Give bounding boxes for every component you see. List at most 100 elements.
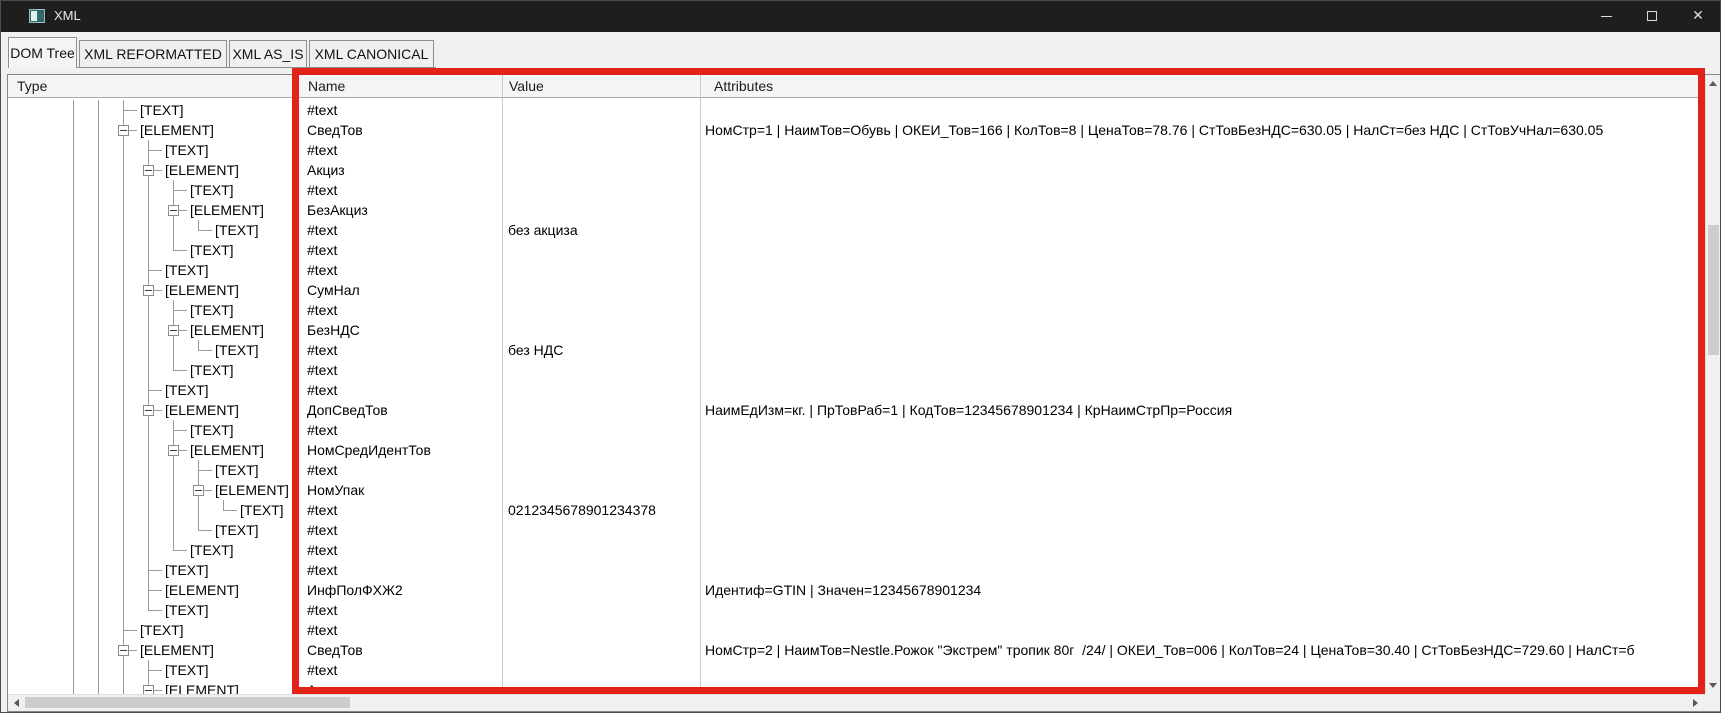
name-cell: НомСредИдентТов xyxy=(307,440,431,460)
tree-guide-line xyxy=(123,680,124,694)
type-cell: [TEXT] xyxy=(165,140,209,160)
name-cell: #text xyxy=(307,240,337,260)
tree-row[interactable]: [ELEMENT]СведТовНомСтр=2 | НаимТов=Nestl… xyxy=(8,640,1705,660)
tree-row[interactable]: [ELEMENT]БезАкциз xyxy=(8,200,1705,220)
tab-xml-as-is[interactable]: XML AS_IS xyxy=(229,40,307,67)
tree-row[interactable]: [ELEMENT]ИнфПолФХЖ2Идентиф=GTIN | Значен… xyxy=(8,580,1705,600)
tree-row[interactable]: [TEXT]#textбез акциза xyxy=(8,220,1705,240)
tree-guide-line xyxy=(73,600,74,620)
tree-row[interactable]: [ELEMENT]СумНал xyxy=(8,280,1705,300)
vertical-scrollbar[interactable] xyxy=(1705,75,1720,694)
tree-row[interactable]: [ELEMENT]Акциз xyxy=(8,160,1705,180)
collapse-minus-icon[interactable] xyxy=(168,205,179,216)
tree-row[interactable]: [TEXT]#text xyxy=(8,100,1705,120)
name-cell: #text xyxy=(307,380,337,400)
tree-guide-line xyxy=(98,260,99,280)
name-cell: НомУпак xyxy=(307,480,364,500)
tree-row[interactable]: [ELEMENT]СведТовНомСтр=1 | НаимТов=Обувь… xyxy=(8,120,1705,140)
collapse-minus-icon[interactable] xyxy=(168,445,179,456)
vertical-scroll-thumb[interactable] xyxy=(1708,225,1719,355)
tree-row[interactable]: [ELEMENT]НомСредИдентТов xyxy=(8,440,1705,460)
name-cell: Акциз xyxy=(307,160,345,180)
tree-guide-line xyxy=(148,480,149,500)
collapse-minus-icon[interactable] xyxy=(118,125,129,136)
collapse-minus-icon[interactable] xyxy=(193,485,204,496)
column-header-type[interactable]: Type xyxy=(17,78,47,94)
name-cell: #text xyxy=(307,500,337,520)
minimize-button[interactable] xyxy=(1583,0,1629,32)
tree-row[interactable]: [TEXT]#text xyxy=(8,260,1705,280)
tree-guide-line xyxy=(123,260,124,280)
tree-row[interactable]: [TEXT]#textбез НДС xyxy=(8,340,1705,360)
tree-row[interactable]: [TEXT]#text xyxy=(8,420,1705,440)
collapse-minus-icon[interactable] xyxy=(143,685,154,694)
horizontal-scrollbar[interactable] xyxy=(8,694,1705,711)
tree-guide-line xyxy=(98,580,99,600)
tree-guide-line xyxy=(123,200,124,220)
collapse-minus-icon[interactable] xyxy=(143,165,154,176)
tree-guide-line xyxy=(123,480,124,500)
tree-guide-line xyxy=(98,500,99,520)
type-cell: [ELEMENT] xyxy=(140,640,214,660)
scroll-down-icon[interactable] xyxy=(1706,677,1720,694)
tree-guide-line xyxy=(148,420,149,440)
tree-guide-line xyxy=(73,640,74,660)
tree-row[interactable]: [TEXT]#text xyxy=(8,460,1705,480)
tree-guide-line xyxy=(73,120,74,140)
tab-xml-canonical[interactable]: XML CANONICAL xyxy=(309,40,434,67)
name-cell: ИнфПолФХЖ2 xyxy=(307,580,403,600)
column-header-value[interactable]: Value xyxy=(509,78,544,94)
tree-guide-line xyxy=(123,630,137,631)
tree-row[interactable]: [TEXT] #text xyxy=(8,140,1705,160)
attributes-cell: НаимЕдИзм=кг. | ПрТовРаб=1 | КодТов=1234… xyxy=(705,400,1232,420)
column-header-attributes[interactable]: Attributes xyxy=(714,78,773,94)
tree-guide-line xyxy=(148,320,149,340)
scroll-up-icon[interactable] xyxy=(1706,75,1720,92)
tree-guide-line xyxy=(98,560,99,580)
tree-row[interactable]: [TEXT]#text xyxy=(8,620,1705,640)
tree-row[interactable]: [ELEMENT]БезНДС xyxy=(8,320,1705,340)
tree-guide-line xyxy=(148,220,149,240)
tree-row[interactable]: [TEXT]#text xyxy=(8,660,1705,680)
collapse-minus-icon[interactable] xyxy=(143,285,154,296)
tab-xml-reformatted[interactable]: XML REFORMATTED xyxy=(79,40,227,67)
tree-guide-line xyxy=(73,240,74,260)
tree-row[interactable]: [TEXT]#text xyxy=(8,180,1705,200)
column-header-row: Type Name Value Attributes xyxy=(8,75,1705,98)
name-cell: #text xyxy=(307,420,337,440)
tree-guide-line xyxy=(173,220,174,240)
tree-guide-line xyxy=(73,500,74,520)
collapse-minus-icon[interactable] xyxy=(168,325,179,336)
column-header-name[interactable]: Name xyxy=(308,78,345,94)
collapse-minus-icon[interactable] xyxy=(118,645,129,656)
tree-row[interactable]: [TEXT]#text0212345678901234378 xyxy=(8,500,1705,520)
tree-row[interactable]: [ELEMENT]Акциз xyxy=(8,680,1705,694)
tree-row[interactable]: [TEXT]#text xyxy=(8,520,1705,540)
maximize-button[interactable] xyxy=(1629,0,1675,32)
collapse-minus-icon[interactable] xyxy=(143,405,154,416)
tree-rows-area: [TEXT]#text[ELEMENT]СведТовНомСтр=1 | На… xyxy=(8,98,1705,694)
tree-guide-line xyxy=(98,420,99,440)
tab-dom-tree[interactable]: DOM Tree xyxy=(8,37,77,68)
tree-guide-line xyxy=(73,660,74,680)
tree-row[interactable]: [TEXT]#text xyxy=(8,240,1705,260)
scroll-left-icon[interactable] xyxy=(8,695,25,711)
scroll-right-icon[interactable] xyxy=(1687,695,1704,711)
column-separator[interactable] xyxy=(700,75,701,694)
tree-row[interactable]: [TEXT]#text xyxy=(8,560,1705,580)
name-cell: #text xyxy=(307,140,337,160)
tree-row[interactable]: [TEXT]#text xyxy=(8,360,1705,380)
tree-row[interactable]: [TEXT]#text xyxy=(8,380,1705,400)
column-separator[interactable] xyxy=(502,75,503,694)
tree-row[interactable]: [TEXT]#text xyxy=(8,300,1705,320)
tree-row[interactable]: [TEXT]#text xyxy=(8,540,1705,560)
tree-row[interactable]: [TEXT]#text xyxy=(8,600,1705,620)
tree-guide-line xyxy=(198,530,212,531)
close-button[interactable]: ✕ xyxy=(1675,0,1721,32)
tree-row[interactable]: [ELEMENT]ДопСведТовНаимЕдИзм=кг. | ПрТов… xyxy=(8,400,1705,420)
tree-row[interactable]: [ELEMENT]НомУпак xyxy=(8,480,1705,500)
tree-guide-line xyxy=(73,420,74,440)
horizontal-scroll-thumb[interactable] xyxy=(25,697,350,708)
tree-guide-line xyxy=(148,200,149,220)
tree-guide-line xyxy=(123,400,124,420)
